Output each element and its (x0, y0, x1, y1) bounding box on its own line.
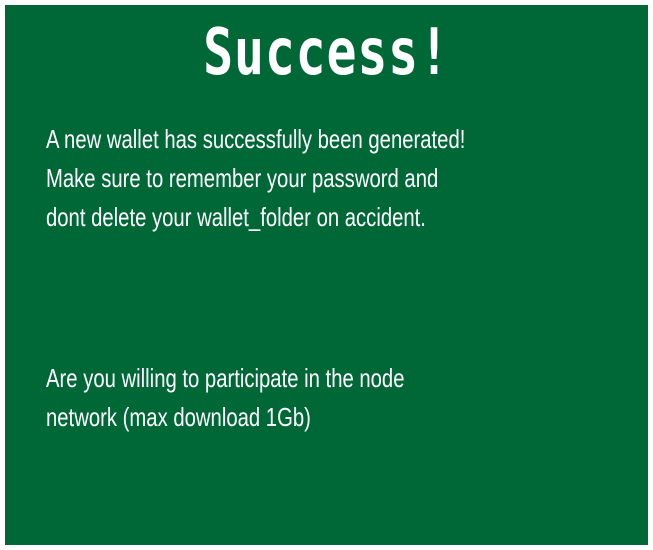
question-line: Are you willing to participate in the no… (46, 363, 405, 393)
node-participation-question: Are you willing to participate in the no… (46, 359, 404, 437)
success-dialog: Success! A new wallet has successfully b… (5, 5, 648, 545)
success-message-line: Make sure to remember your password and (46, 163, 439, 193)
dialog-title: Success! (203, 16, 450, 90)
success-message: A new wallet has successfully been gener… (46, 120, 465, 237)
question-line: network (max download 1Gb) (46, 402, 311, 432)
success-message-line: A new wallet has successfully been gener… (46, 124, 466, 154)
success-message-line: dont delete your wallet_folder on accide… (46, 202, 426, 232)
